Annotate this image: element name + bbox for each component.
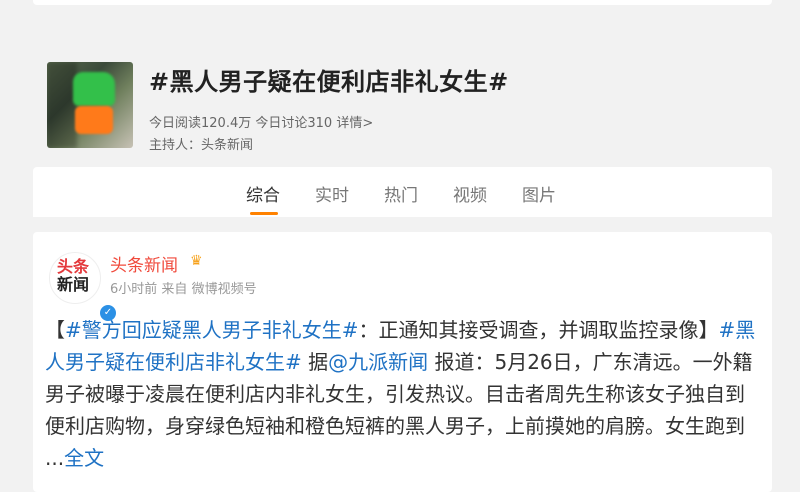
- today-discussions: 今日讨论310: [255, 116, 333, 131]
- thumbnail-orange-shorts: [75, 106, 113, 134]
- according-text: 据: [301, 350, 329, 374]
- avatar-logo: 头条 新闻: [57, 258, 93, 294]
- avatar-logo-line1: 头条: [57, 257, 90, 276]
- post-time[interactable]: 6小时前: [110, 282, 157, 297]
- full-text-link[interactable]: 全文: [64, 446, 104, 470]
- topic-host: 主持人：头条新闻: [149, 134, 253, 153]
- post-meta: 6小时前 来自 微博视频号: [110, 278, 257, 297]
- host-label: 主持人：: [149, 138, 202, 153]
- thumbnail-shadow: [47, 62, 77, 148]
- hashtag-police-response[interactable]: #警方回应疑黑人男子非礼女生#: [65, 318, 359, 342]
- post-body: 【#警方回应疑黑人男子非礼女生#：正通知其接受调查，并调取监控录像】#黑人男子疑…: [45, 314, 760, 474]
- avatar[interactable]: 头条 新闻 ✓: [49, 252, 118, 323]
- tab-realtime[interactable]: 实时: [315, 181, 349, 206]
- previous-card-edge: [33, 0, 772, 5]
- source-prefix: 来自: [161, 282, 188, 297]
- headline-text: ：正通知其接受调查，并调取监控录像】: [358, 318, 719, 342]
- topic-header: #黑人男子疑在便利店非礼女生# 今日阅读120.4万 今日讨论310 详情> 主…: [47, 62, 772, 153]
- bracket-open: 【: [45, 318, 65, 342]
- topic-stats: 今日阅读120.4万 今日讨论310 详情>: [149, 112, 373, 131]
- active-tab-indicator: [250, 212, 278, 215]
- mention-jiupai-news[interactable]: @九派新闻: [328, 350, 428, 374]
- topic-title: #黑人男子疑在便利店非礼女生#: [149, 68, 509, 96]
- topic-thumbnail[interactable]: [47, 62, 133, 148]
- tab-images[interactable]: 图片: [522, 181, 556, 206]
- avatar-logo-line2: 新闻: [57, 275, 90, 294]
- tab-bar: 综合 实时 热门 视频 图片: [33, 167, 772, 217]
- post-card: 头条 新闻 ✓ 头条新闻 ♛ 6小时前 来自 微博视频号 【#警方回应疑黑人男子…: [33, 232, 772, 492]
- thumbnail-green-shirt: [73, 72, 115, 106]
- post-source[interactable]: 微博视频号: [192, 282, 257, 297]
- author-name[interactable]: 头条新闻: [110, 251, 178, 276]
- host-name[interactable]: 头条新闻: [201, 138, 253, 153]
- today-reads: 今日阅读120.4万: [149, 116, 252, 131]
- tab-video[interactable]: 视频: [453, 181, 487, 206]
- details-link[interactable]: 详情>: [336, 116, 373, 131]
- crown-icon: ♛: [190, 253, 203, 269]
- tab-comprehensive[interactable]: 综合: [246, 181, 280, 206]
- tab-hot[interactable]: 热门: [384, 181, 418, 206]
